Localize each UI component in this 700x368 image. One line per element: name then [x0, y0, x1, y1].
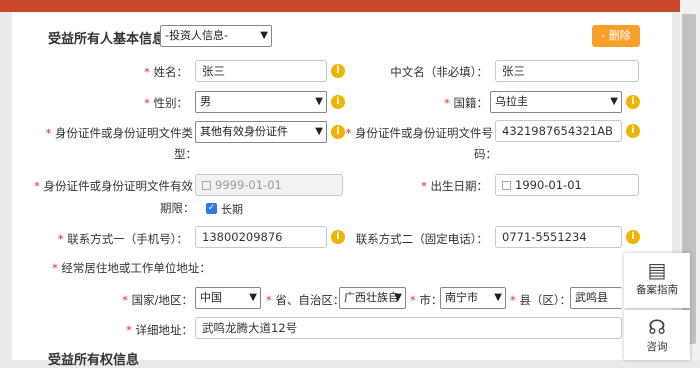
id-number-input[interactable]: 4321987654321AB — [495, 120, 622, 142]
chevron-down-icon: ▼ — [494, 292, 502, 303]
birth-date-input[interactable]: 1990-01-01 — [495, 174, 639, 196]
chevron-down-icon: ▼ — [315, 126, 323, 137]
info-icon[interactable]: i — [626, 95, 640, 109]
county-label: * 县（区）： — [510, 293, 572, 307]
chevron-down-icon: ▼ — [260, 30, 268, 41]
detail-address-input[interactable]: 武鸣龙腾大道12号 — [195, 317, 622, 339]
investor-select[interactable]: -投资人信息- ▼ — [160, 25, 272, 47]
name-label: * 姓名： — [144, 65, 188, 79]
info-icon[interactable]: i — [331, 230, 345, 244]
book-icon: ▤ — [647, 258, 667, 282]
chevron-down-icon: ▼ — [610, 96, 618, 107]
top-header-bar — [0, 0, 700, 12]
delete-button[interactable]: - 删除 — [592, 25, 640, 47]
long-term-label: 长期 — [221, 203, 243, 216]
nationality-select[interactable]: 乌拉圭 ▼ — [490, 91, 622, 113]
id-validity-input: 9999-01-01 — [195, 174, 343, 196]
cn-name-input[interactable]: 张三 — [495, 60, 639, 82]
info-icon[interactable]: i — [331, 125, 345, 139]
city-select[interactable]: 南宁市 ▼ — [440, 287, 506, 309]
chevron-down-icon: ▼ — [249, 292, 257, 303]
contact2-label: 联系方式二（固定电话）： — [355, 232, 488, 246]
section-title: 受益所有人基本信息 — [48, 32, 166, 47]
country-label: * 国家/地区： — [122, 293, 193, 307]
nationality-label: * 国籍： — [444, 96, 488, 110]
country-select[interactable]: 中国 ▼ — [195, 287, 261, 309]
id-type-label-cont: 型： — [174, 147, 197, 161]
city-label: * 市： — [410, 293, 443, 307]
birth-date-label: * 出生日期： — [421, 179, 488, 193]
long-term-checkbox[interactable]: ✓ — [206, 203, 217, 214]
calendar-icon — [202, 181, 211, 190]
gender-select[interactable]: 男 ▼ — [195, 91, 327, 113]
next-section-title: 受益所有权信息 — [48, 353, 140, 368]
id-validity-label: * 身份证件或身份证明文件有效 — [34, 179, 193, 193]
filing-guide-button[interactable]: ▤ 备案指南 — [624, 253, 690, 308]
id-validity-label-cont: 期限： — [160, 201, 195, 215]
contact1-label: * 联系方式一（手机号）： — [57, 232, 188, 246]
info-icon[interactable]: i — [331, 95, 345, 109]
province-label: * 省、自治区： — [266, 293, 345, 307]
headset-icon: ☊ — [648, 315, 666, 339]
consult-button[interactable]: ☊ 咨询 — [624, 310, 690, 360]
id-type-select[interactable]: 其他有效身份证件 ▼ — [195, 121, 327, 143]
chevron-down-icon: ▼ — [315, 96, 323, 107]
address-title: * 经常居住地或工作单位地址： — [52, 261, 211, 275]
contact2-input[interactable]: 0771-5551234 — [495, 226, 622, 248]
info-icon[interactable]: i — [626, 230, 640, 244]
county-select[interactable]: 武鸣县 — [570, 287, 622, 309]
calendar-icon — [502, 181, 511, 190]
info-icon[interactable]: i — [331, 64, 345, 78]
detail-address-label: * 详细地址： — [126, 323, 193, 337]
province-select[interactable]: 广西壮族自 ▼ — [339, 287, 406, 309]
id-number-label: * 身份证件或身份证明文件号 — [345, 126, 493, 140]
chevron-down-icon: ▼ — [394, 292, 402, 303]
contact1-input[interactable]: 13800209876 — [195, 226, 327, 248]
cn-name-label: 中文名（非必填）： — [390, 65, 488, 79]
id-number-label-cont: 码： — [474, 147, 497, 161]
gender-label: * 性别： — [144, 96, 188, 110]
info-icon[interactable]: i — [626, 124, 640, 138]
consult-label: 咨询 — [646, 341, 668, 353]
filing-guide-label: 备案指南 — [636, 284, 678, 296]
name-input[interactable]: 张三 — [195, 60, 327, 82]
id-type-label: * 身份证件或身份证明文件类 — [45, 126, 193, 140]
